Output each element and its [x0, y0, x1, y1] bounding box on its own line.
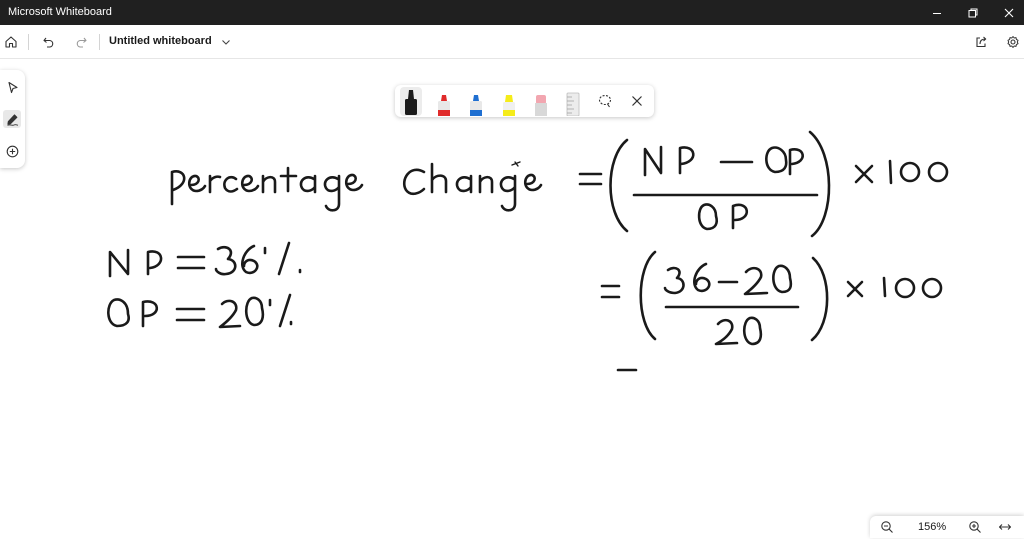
- close-button[interactable]: [991, 0, 1024, 25]
- pen-icon: [470, 95, 482, 116]
- eraser-icon: [535, 95, 547, 116]
- home-icon: [5, 36, 17, 48]
- window-title: Microsoft Whiteboard: [8, 6, 112, 18]
- undo-icon: [43, 37, 54, 48]
- toolbar-divider: [99, 34, 100, 50]
- toolbar-divider: [28, 34, 29, 50]
- black-pen[interactable]: [400, 87, 422, 116]
- chevron-down-icon[interactable]: [220, 36, 232, 48]
- add-button[interactable]: [3, 142, 21, 160]
- zoom-level[interactable]: 156%: [918, 521, 946, 533]
- ruler-icon: [566, 92, 580, 117]
- settings-icon: [1007, 36, 1019, 48]
- restore-icon: [968, 8, 978, 17]
- ink-toolbar: [395, 85, 654, 117]
- red-pen[interactable]: [433, 87, 455, 116]
- fit-to-screen-icon: [998, 524, 1012, 530]
- zoom-in-icon: [969, 521, 981, 533]
- ruler[interactable]: [562, 87, 584, 117]
- ink-icon: [6, 113, 18, 126]
- share-button[interactable]: [970, 31, 992, 53]
- minimize-button[interactable]: [919, 0, 955, 25]
- close-icon: [1004, 8, 1014, 17]
- zoom-in-button[interactable]: [968, 520, 982, 534]
- pen-icon: [405, 90, 417, 115]
- zoom-out-button[interactable]: [880, 520, 894, 534]
- select-tool-button[interactable]: [3, 78, 21, 96]
- share-icon: [976, 36, 987, 48]
- restore-button[interactable]: [955, 0, 991, 25]
- undo-button[interactable]: [38, 31, 60, 53]
- lasso-icon: [598, 94, 612, 108]
- lasso-select-button[interactable]: [597, 93, 613, 109]
- whiteboard-canvas[interactable]: [0, 58, 1024, 538]
- handwritten-ink: [107, 130, 949, 372]
- settings-button[interactable]: [1002, 31, 1024, 53]
- close-icon: [632, 96, 642, 106]
- add-icon: [6, 145, 18, 157]
- redo-icon: [76, 37, 87, 48]
- left-tool-rail: [0, 70, 25, 168]
- fit-to-screen-button[interactable]: [998, 520, 1012, 534]
- yellow-highlighter[interactable]: [498, 87, 520, 116]
- ink-tool-button[interactable]: [3, 110, 21, 128]
- redo-button[interactable]: [70, 31, 92, 53]
- zoom-out-icon: [881, 521, 893, 533]
- board-title[interactable]: Untitled whiteboard: [109, 35, 212, 47]
- home-button[interactable]: [0, 31, 22, 53]
- app-toolbar: Untitled whiteboard: [0, 25, 1024, 59]
- pen-icon: [438, 95, 450, 116]
- select-icon: [7, 81, 18, 93]
- highlighter-icon: [503, 95, 515, 116]
- minimize-icon: [933, 12, 941, 14]
- title-bar: Microsoft Whiteboard: [0, 0, 1024, 25]
- eraser[interactable]: [530, 87, 552, 116]
- zoom-bar: 156%: [870, 516, 1024, 538]
- close-ink-toolbar-button[interactable]: [629, 93, 645, 109]
- blue-pen[interactable]: [465, 87, 487, 116]
